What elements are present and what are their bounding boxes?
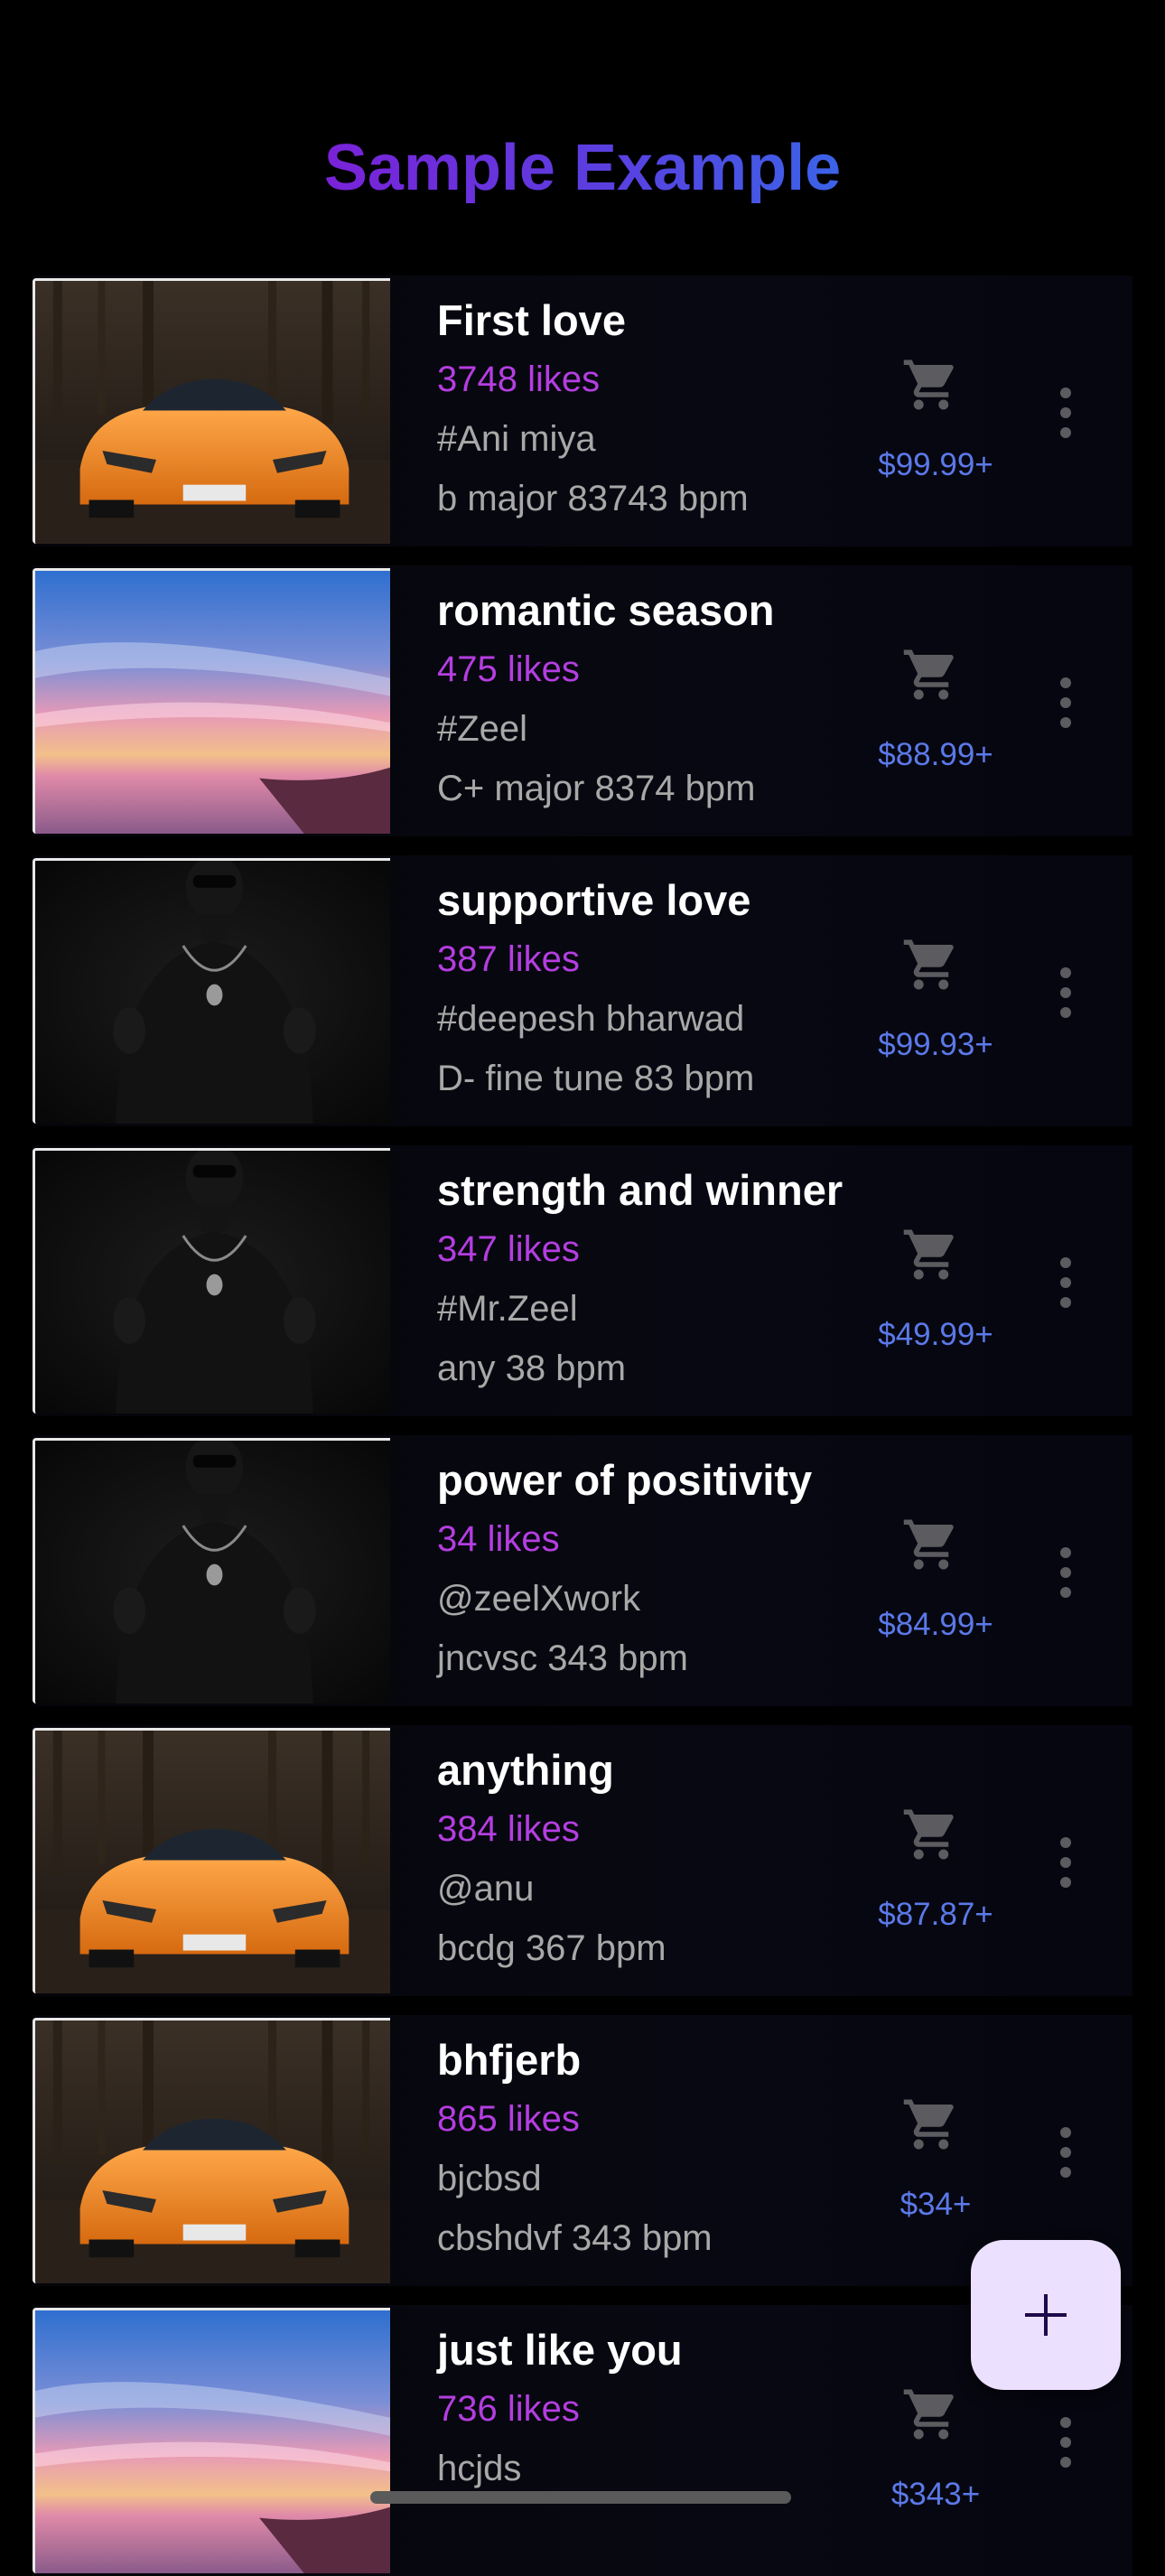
track-artist-tag: #Zeel xyxy=(437,709,528,749)
track-info: just like you 736 likes hcjds xyxy=(437,2321,907,2498)
track-list-item[interactable]: supportive love 387 likes #deepesh bharwa… xyxy=(33,855,1132,1126)
track-title: strength and winner xyxy=(437,1166,843,1214)
track-likes: 865 likes xyxy=(437,2099,580,2139)
track-cover-image[interactable] xyxy=(33,858,390,1124)
cart-icon[interactable] xyxy=(899,645,963,705)
track-title: just like you xyxy=(437,2326,683,2374)
track-list-item[interactable]: bhfjerb 865 likes bjcbsd cbshdvf 343 bpm $34… xyxy=(33,2015,1132,2286)
cart-icon[interactable] xyxy=(899,1805,963,1864)
track-key-bpm: b major 83743 bpm xyxy=(437,479,749,518)
track-info: romantic season 475 likes #Zeel C+ major 83… xyxy=(437,582,907,818)
cart-icon[interactable] xyxy=(899,1225,963,1284)
track-cover-image[interactable] xyxy=(33,1438,390,1703)
track-info: First love 3748 likes #Ani miya b major 837… xyxy=(437,292,907,528)
track-price[interactable]: $84.99+ xyxy=(845,1607,1026,1643)
track-title: bhfjerb xyxy=(437,2036,582,2084)
track-likes: 347 likes xyxy=(437,1229,580,1269)
track-info: anything 384 likes @anu bcdg 367 bpm xyxy=(437,1741,907,1978)
track-cover-image[interactable] xyxy=(33,1728,390,1993)
track-artist-tag: bjcbsd xyxy=(437,2159,542,2198)
cart-icon[interactable] xyxy=(899,2385,963,2444)
track-info: supportive love 387 likes #deepesh bharwa… xyxy=(437,872,907,1108)
track-cover-image[interactable] xyxy=(33,2308,390,2573)
track-list-item[interactable]: power of positivity 34 likes @zeelXwork jnc… xyxy=(33,1435,1132,1706)
track-list-item[interactable]: First love 3748 likes #Ani miya b major 837… xyxy=(33,275,1132,546)
cart-icon[interactable] xyxy=(899,1515,963,1574)
track-likes: 387 likes xyxy=(437,939,580,979)
track-list-item[interactable]: strength and winner 347 likes #Mr.Zeel any… xyxy=(33,1145,1132,1416)
track-key-bpm: any 38 bpm xyxy=(437,1349,627,1388)
track-key-bpm: jncvsc 343 bpm xyxy=(437,1638,688,1678)
cart-icon[interactable] xyxy=(899,935,963,994)
track-cover-image[interactable] xyxy=(33,2018,390,2283)
track-key-bpm: cbshdvf 343 bpm xyxy=(437,2218,713,2258)
track-artist-tag: #deepesh bharwad xyxy=(437,999,745,1039)
more-vertical-icon[interactable] xyxy=(1057,676,1075,730)
more-vertical-icon[interactable] xyxy=(1057,386,1075,440)
track-list-item[interactable]: just like you 736 likes hcjds $343+ xyxy=(33,2305,1132,2576)
more-vertical-icon[interactable] xyxy=(1057,2415,1075,2469)
page-title-text: Sample Example xyxy=(323,132,842,204)
cart-icon[interactable] xyxy=(899,2095,963,2154)
more-vertical-icon[interactable] xyxy=(1057,2125,1075,2179)
track-likes: 34 likes xyxy=(437,1519,560,1559)
track-likes: 384 likes xyxy=(437,1809,580,1849)
more-vertical-icon[interactable] xyxy=(1057,1545,1075,1600)
track-price[interactable]: $343+ xyxy=(845,2477,1026,2513)
track-key-bpm: bcdg 367 bpm xyxy=(437,1928,666,1968)
track-price[interactable]: $88.99+ xyxy=(845,737,1026,773)
track-price[interactable]: $87.87+ xyxy=(845,1897,1026,1933)
add-track-button[interactable] xyxy=(971,2240,1121,2390)
track-price[interactable]: $34+ xyxy=(845,2187,1026,2223)
track-cover-image[interactable] xyxy=(33,278,390,544)
track-price[interactable]: $99.99+ xyxy=(845,447,1026,483)
track-likes: 3748 likes xyxy=(437,359,601,399)
track-title: anything xyxy=(437,1746,614,1794)
track-artist-tag: #Ani miya xyxy=(437,419,596,459)
track-title: supportive love xyxy=(437,876,751,924)
cart-icon[interactable] xyxy=(899,355,963,415)
home-indicator[interactable] xyxy=(370,2491,791,2504)
track-cover-image[interactable] xyxy=(33,1148,390,1414)
track-artist-tag: #Mr.Zeel xyxy=(437,1289,578,1329)
track-price[interactable]: $49.99+ xyxy=(845,1317,1026,1353)
more-vertical-icon[interactable] xyxy=(1057,1255,1075,1310)
page-title: Sample Example xyxy=(0,135,1165,201)
track-artist-tag: @anu xyxy=(437,1869,535,1909)
track-title: First love xyxy=(437,296,626,344)
track-likes: 475 likes xyxy=(437,649,580,689)
track-artist-tag: hcjds xyxy=(437,2449,522,2488)
track-info: bhfjerb 865 likes bjcbsd cbshdvf 343 bpm xyxy=(437,2031,907,2268)
track-key-bpm: D- fine tune 83 bpm xyxy=(437,1059,755,1098)
track-info: power of positivity 34 likes @zeelXwork jnc… xyxy=(437,1451,907,1688)
track-title: romantic season xyxy=(437,586,775,634)
track-price[interactable]: $99.93+ xyxy=(845,1027,1026,1063)
plus-icon xyxy=(1025,2294,1067,2336)
track-likes: 736 likes xyxy=(437,2389,580,2429)
track-title: power of positivity xyxy=(437,1456,813,1504)
track-list-item[interactable]: romantic season 475 likes #Zeel C+ major 83… xyxy=(33,565,1132,836)
track-cover-image[interactable] xyxy=(33,568,390,834)
more-vertical-icon[interactable] xyxy=(1057,1835,1075,1890)
more-vertical-icon[interactable] xyxy=(1057,966,1075,1020)
track-key-bpm: C+ major 8374 bpm xyxy=(437,769,756,808)
track-info: strength and winner 347 likes #Mr.Zeel any… xyxy=(437,1162,907,1398)
track-artist-tag: @zeelXwork xyxy=(437,1579,641,1619)
track-list-item[interactable]: anything 384 likes @anu bcdg 367 bpm $87.87+ xyxy=(33,1725,1132,1996)
